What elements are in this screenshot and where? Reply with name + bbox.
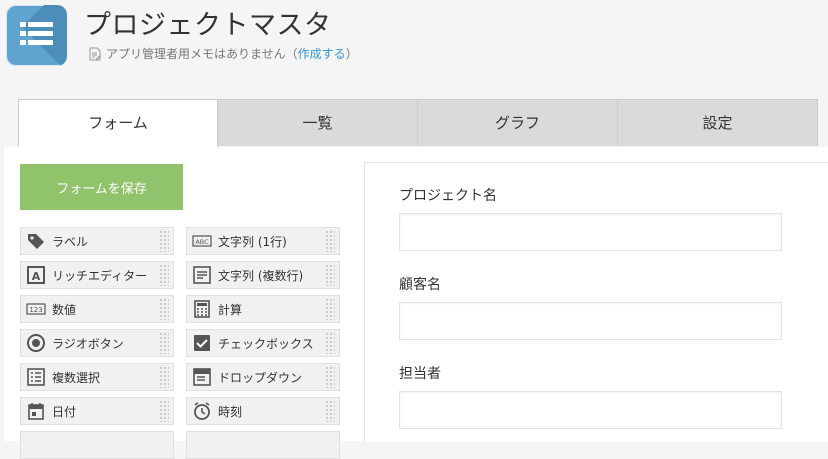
palette-item-text: ラベル xyxy=(52,234,89,249)
assignee-input[interactable] xyxy=(399,391,782,429)
settings-tabs: フォーム 一覧 グラフ 設定 xyxy=(18,99,819,148)
memo-close-paren: ） xyxy=(345,47,358,61)
palette-item-text: 文字列 (1行) xyxy=(218,234,287,249)
palette-item-text: 複数選択 xyxy=(52,370,101,385)
palette-item-text: チェックボックス xyxy=(218,336,314,351)
memo-edit-icon xyxy=(89,47,101,60)
checkbox-icon xyxy=(194,335,210,351)
drag-handle-icon[interactable] xyxy=(325,332,335,354)
svg-text:ABC: ABC xyxy=(195,238,209,246)
palette-item-checkbox[interactable]: チェックボックス xyxy=(186,329,340,357)
rich-editor-icon: A xyxy=(27,266,45,284)
drag-handle-icon[interactable] xyxy=(159,298,169,320)
palette-item-calculation[interactable]: 計算 xyxy=(186,295,340,323)
svg-text:A: A xyxy=(32,270,41,283)
tab-list[interactable]: 一覧 xyxy=(218,99,418,146)
tab-settings[interactable]: 設定 xyxy=(618,99,818,146)
number-123-icon: 123 xyxy=(26,303,46,315)
palette-item-time[interactable]: 時刻 xyxy=(186,397,340,425)
drag-handle-icon[interactable] xyxy=(325,264,335,286)
tab-graph[interactable]: グラフ xyxy=(418,99,618,146)
abc-icon: ABC xyxy=(192,235,212,247)
drag-handle-icon[interactable] xyxy=(325,366,335,388)
palette-item-radio-button[interactable]: ラジオボタン xyxy=(20,329,174,357)
palette-item-text: 時刻 xyxy=(218,404,243,419)
memo-text: アプリ管理者用メモはありません xyxy=(106,47,286,61)
palette-item-text: 数値 xyxy=(52,302,77,317)
palette-item-number[interactable]: 123 数値 xyxy=(20,295,174,323)
palette-item-dropdown[interactable]: ドロップダウン xyxy=(186,363,340,391)
tab-form[interactable]: フォーム xyxy=(18,99,218,148)
palette-item-label[interactable]: ラベル xyxy=(20,227,174,255)
calendar-icon xyxy=(28,403,44,420)
radio-icon xyxy=(27,334,45,352)
multi-select-icon xyxy=(27,368,45,386)
tag-icon xyxy=(28,234,44,249)
drag-handle-icon[interactable] xyxy=(159,400,169,422)
palette-item-single-line-text[interactable]: ABC 文字列 (1行) xyxy=(186,227,340,255)
drag-handle-icon[interactable] xyxy=(325,230,335,252)
palette-item-date[interactable]: 日付 xyxy=(20,397,174,425)
form-layout-canvas[interactable]: プロジェクト名 顧客名 担当者 xyxy=(364,162,828,442)
drag-handle-icon[interactable] xyxy=(325,400,335,422)
svg-text:123: 123 xyxy=(29,306,42,314)
page-title: プロジェクトマスタ xyxy=(84,10,332,41)
palette-item-multi-line-text[interactable]: 文字列 (複数行) xyxy=(186,261,340,289)
palette-item-text: 日付 xyxy=(52,404,77,419)
palette-item-multi-select[interactable]: 複数選択 xyxy=(20,363,174,391)
palette-item-cut-off[interactable] xyxy=(186,431,340,459)
drag-handle-icon[interactable] xyxy=(159,264,169,286)
field-label-customer-name: 顧客名 xyxy=(399,277,441,293)
drag-handle-icon[interactable] xyxy=(159,366,169,388)
app-list-icon xyxy=(6,5,67,66)
field-label-assignee: 担当者 xyxy=(399,366,441,382)
calculator-icon xyxy=(194,300,210,318)
palette-item-text: 計算 xyxy=(218,302,243,317)
drag-handle-icon[interactable] xyxy=(159,230,169,252)
project-name-input[interactable] xyxy=(399,213,782,251)
palette-item-text: ラジオボタン xyxy=(52,336,124,351)
palette-item-cut-off[interactable] xyxy=(20,431,174,459)
palette-item-text: 文字列 (複数行) xyxy=(218,268,304,283)
app-memo: アプリ管理者用メモはありません （ 作成する ） xyxy=(88,45,358,62)
field-label-project-name: プロジェクト名 xyxy=(399,188,497,204)
memo-open-paren: （ xyxy=(285,47,298,61)
palette-item-rich-editor[interactable]: A リッチエディター xyxy=(20,261,174,289)
drag-handle-icon[interactable] xyxy=(325,298,335,320)
dropdown-icon xyxy=(193,368,211,386)
customer-name-input[interactable] xyxy=(399,302,782,340)
save-form-button[interactable]: フォームを保存 xyxy=(20,164,183,210)
drag-handle-icon[interactable] xyxy=(159,332,169,354)
form-editor: フォームを保存 ラベル ABC 文字列 (1行) A リッチエディター 文字列 … xyxy=(4,147,828,459)
palette-item-text: ドロップダウン xyxy=(218,370,303,385)
create-memo-link[interactable]: 作成する xyxy=(298,45,346,62)
palette-item-text: リッチエディター xyxy=(52,268,148,283)
clock-icon xyxy=(194,402,210,420)
multiline-text-icon xyxy=(193,266,211,284)
